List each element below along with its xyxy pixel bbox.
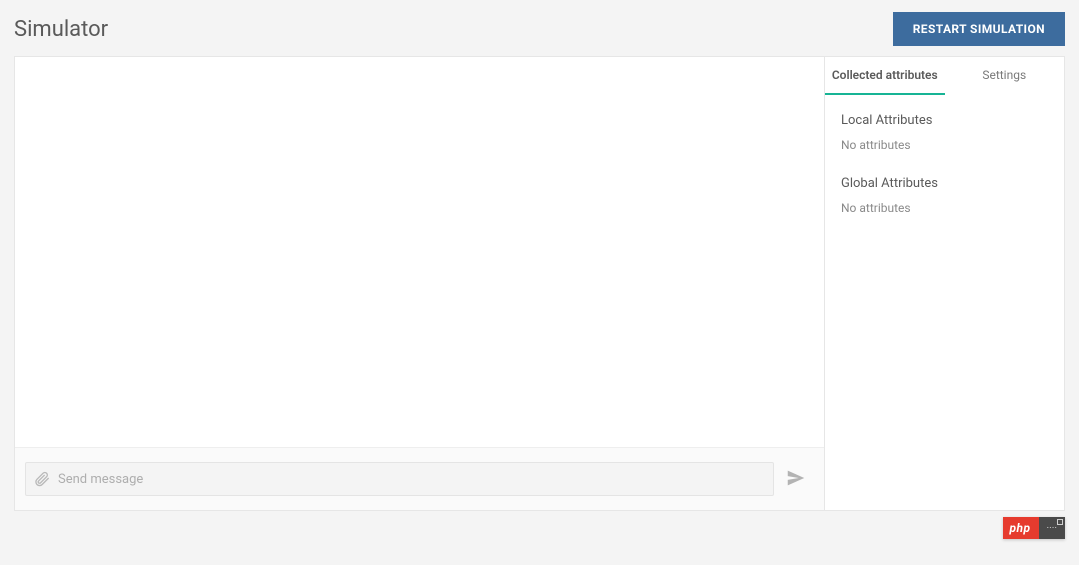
restart-simulation-button[interactable]: RESTART SIMULATION xyxy=(893,12,1065,46)
chat-panel xyxy=(15,57,824,510)
send-icon xyxy=(785,467,807,492)
send-button[interactable] xyxy=(784,467,808,491)
side-panel-body: Local Attributes No attributes Global At… xyxy=(825,95,1064,257)
badge-right-label: ···· xyxy=(1039,517,1065,539)
paperclip-icon[interactable] xyxy=(34,471,50,487)
local-attributes-heading: Local Attributes xyxy=(841,113,1048,128)
page-title: Simulator xyxy=(14,17,108,42)
message-input[interactable] xyxy=(58,472,765,487)
chat-input-area xyxy=(15,447,824,510)
simulator-card: Collected attributes Settings Local Attr… xyxy=(14,56,1065,511)
side-panel-tabs: Collected attributes Settings xyxy=(825,57,1064,95)
local-attributes-empty: No attributes xyxy=(841,138,1048,152)
side-panel: Collected attributes Settings Local Attr… xyxy=(824,57,1064,510)
global-attributes-empty: No attributes xyxy=(841,201,1048,215)
header: Simulator RESTART SIMULATION xyxy=(14,12,1065,46)
message-input-wrapper xyxy=(25,462,774,496)
tab-settings[interactable]: Settings xyxy=(945,57,1065,95)
global-attributes-heading: Global Attributes xyxy=(841,176,1048,191)
badge-php-label: php xyxy=(1003,517,1038,539)
chat-history xyxy=(15,57,824,447)
tab-collected-attributes[interactable]: Collected attributes xyxy=(825,57,945,95)
php-footer-badge: php ···· xyxy=(1003,517,1065,539)
